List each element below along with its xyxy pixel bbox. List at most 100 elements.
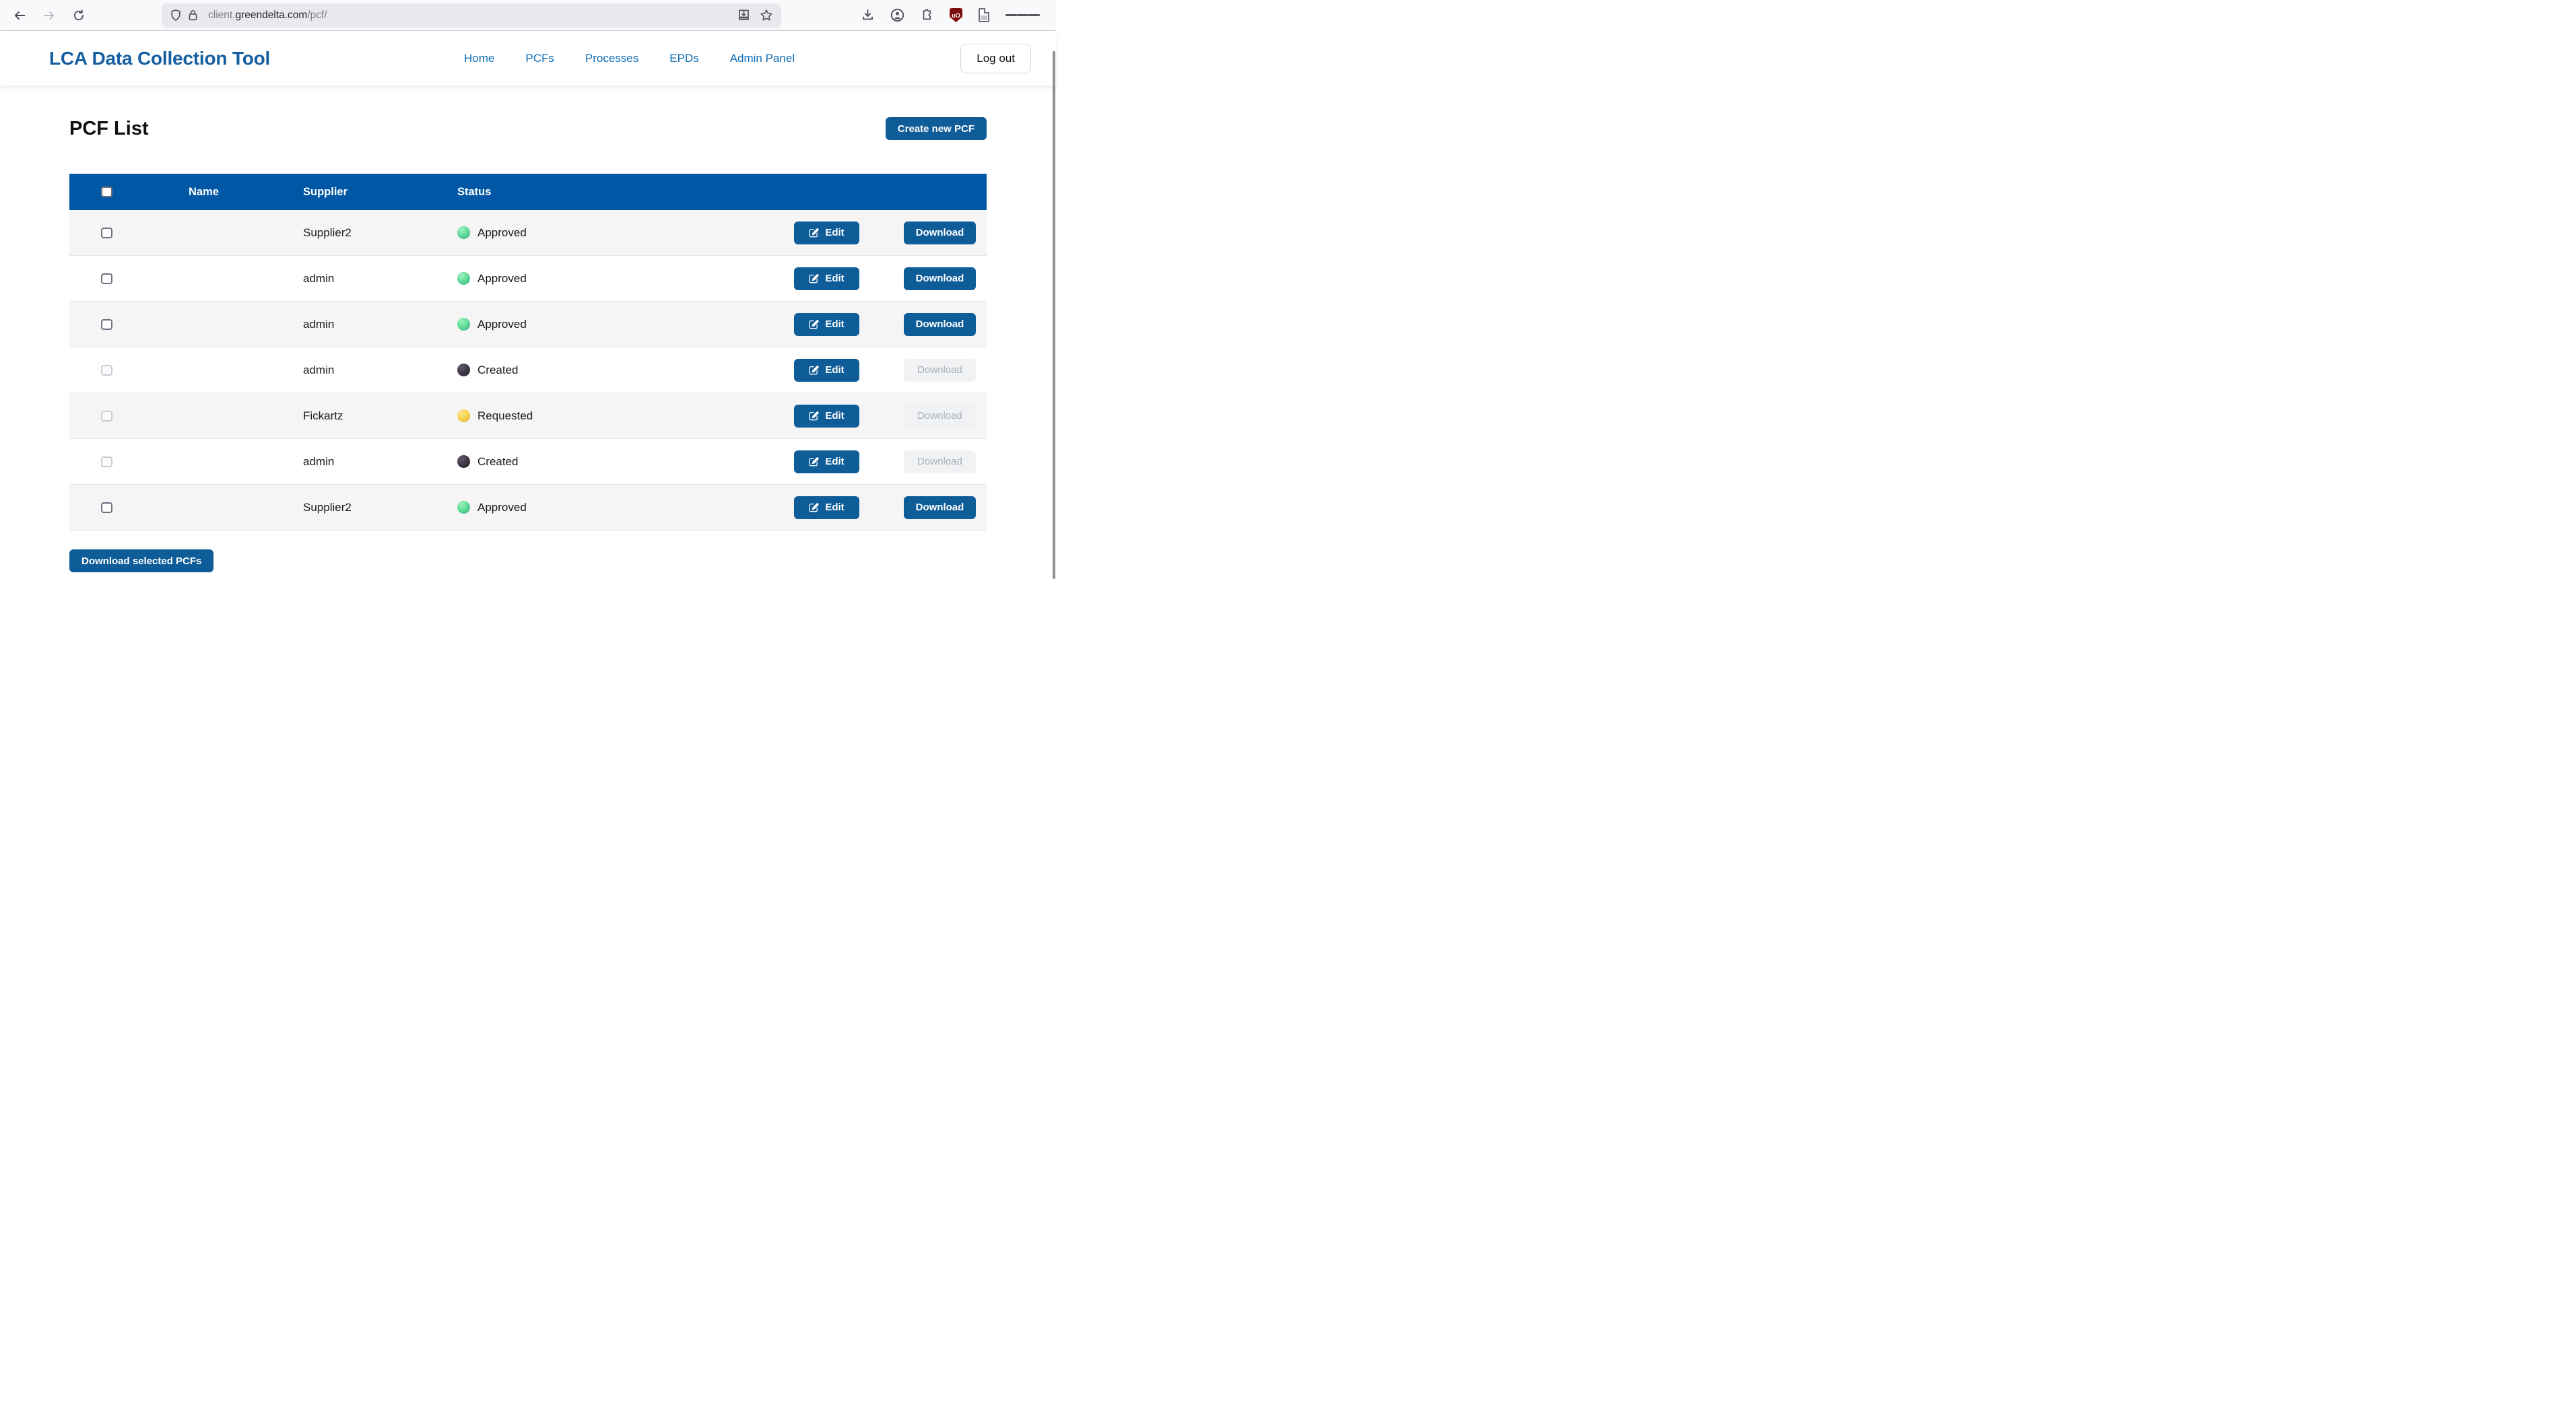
status-label: Requested — [477, 409, 533, 423]
edit-button[interactable]: Edit — [794, 313, 859, 336]
lock-icon[interactable] — [188, 9, 198, 22]
supplier-cell: Supplier2 — [303, 226, 457, 240]
table-row: Fickartz Requested Edit Download — [69, 393, 987, 439]
downloads-button[interactable] — [861, 9, 874, 22]
download-selected-pcfs-button[interactable]: Download selected PCFs — [69, 549, 213, 572]
row-checkbox[interactable] — [101, 365, 112, 376]
status-label: Created — [477, 455, 518, 469]
edit-button[interactable]: Edit — [794, 222, 859, 244]
status-cell: Approved — [457, 318, 727, 331]
table-row: Supplier2 Approved Edit Download — [69, 485, 987, 531]
pencil-edit-icon — [809, 228, 819, 238]
status-cell: Approved — [457, 501, 727, 514]
nav-admin-panel[interactable]: Admin Panel — [730, 52, 795, 65]
row-checkbox[interactable] — [101, 411, 112, 421]
pencil-edit-icon — [809, 502, 819, 512]
reload-icon — [73, 9, 85, 22]
edit-button[interactable]: Edit — [794, 450, 859, 473]
column-header-name: Name — [189, 186, 303, 199]
pencil-edit-icon — [809, 365, 819, 375]
status-label: Approved — [477, 318, 527, 331]
nav-epds[interactable]: EPDs — [669, 52, 698, 65]
row-checkbox[interactable] — [101, 502, 112, 513]
tracking-shield-icon[interactable] — [170, 9, 182, 22]
status-cell: Approved — [457, 226, 727, 240]
url-text: client.greendelta.com/pcf/ — [208, 9, 327, 22]
create-new-pcf-button[interactable]: Create new PCF — [886, 117, 987, 140]
app-header: LCA Data Collection Tool Home PCFs Proce… — [0, 31, 1056, 86]
account-button[interactable] — [890, 8, 904, 22]
page-scrollbar[interactable] — [1053, 51, 1055, 579]
url-path: /pcf/ — [307, 9, 327, 21]
edit-button[interactable]: Edit — [794, 405, 859, 428]
downloads-icon — [861, 9, 874, 22]
download-button-disabled: Download — [904, 405, 976, 428]
select-all-checkbox[interactable] — [101, 187, 112, 197]
download-button[interactable]: Download — [904, 313, 976, 336]
url-subdomain: client. — [208, 9, 236, 21]
status-cell: Requested — [457, 409, 727, 423]
ublock-shield-icon: uO — [950, 8, 962, 22]
status-cell: Created — [457, 455, 727, 469]
supplier-cell: admin — [303, 272, 457, 285]
pencil-edit-icon — [809, 273, 819, 283]
status-dot — [457, 501, 470, 514]
app-logo[interactable]: LCA Data Collection Tool — [49, 48, 270, 69]
menu-button[interactable] — [1005, 12, 1040, 18]
pencil-edit-icon — [809, 319, 819, 329]
table-header-row: Name Supplier Status — [69, 174, 987, 210]
back-button[interactable] — [8, 4, 31, 27]
row-checkbox[interactable] — [101, 319, 112, 330]
nav-home[interactable]: Home — [464, 52, 494, 65]
status-label: Approved — [477, 272, 527, 285]
status-dot — [457, 364, 470, 376]
supplier-cell: Supplier2 — [303, 501, 457, 514]
pencil-edit-icon — [809, 411, 819, 421]
forward-button[interactable] — [38, 4, 61, 27]
download-button[interactable]: Download — [904, 496, 976, 519]
row-checkbox[interactable] — [101, 456, 112, 467]
edit-button[interactable]: Edit — [794, 496, 859, 519]
save-page-icon[interactable] — [737, 9, 750, 22]
extensions-button[interactable] — [921, 9, 933, 22]
forward-icon — [43, 9, 55, 22]
back-icon — [13, 9, 26, 22]
status-cell: Approved — [457, 272, 727, 285]
column-header-supplier: Supplier — [303, 186, 457, 199]
url-bar[interactable]: client.greendelta.com/pcf/ — [162, 3, 781, 28]
table-row: admin Approved Edit Download — [69, 256, 987, 302]
row-checkbox[interactable] — [101, 273, 112, 284]
edit-button[interactable]: Edit — [794, 359, 859, 382]
reader-sidebar-button[interactable] — [979, 8, 989, 22]
download-button[interactable]: Download — [904, 267, 976, 290]
supplier-cell: admin — [303, 364, 457, 377]
ublock-button[interactable]: uO — [950, 8, 962, 22]
supplier-cell: Fickartz — [303, 409, 457, 423]
status-dot — [457, 318, 470, 331]
browser-toolbar: client.greendelta.com/pcf/ uO — [0, 0, 1056, 31]
nav-processes[interactable]: Processes — [585, 52, 638, 65]
table-row: Supplier2 Approved Edit Download — [69, 210, 987, 256]
page-title: PCF List — [69, 118, 149, 140]
extensions-puzzle-icon — [921, 9, 933, 22]
edit-button[interactable]: Edit — [794, 267, 859, 290]
status-label: Created — [477, 364, 518, 377]
download-button-disabled: Download — [904, 359, 976, 382]
download-button[interactable]: Download — [904, 222, 976, 244]
column-header-status: Status — [457, 186, 727, 199]
logout-button[interactable]: Log out — [960, 44, 1031, 73]
status-dot — [457, 409, 470, 422]
download-button-disabled: Download — [904, 450, 976, 473]
hamburger-icon — [1005, 14, 1017, 15]
nav-pcfs[interactable]: PCFs — [525, 52, 554, 65]
bookmark-star-icon[interactable] — [760, 9, 773, 22]
pencil-edit-icon — [809, 456, 819, 467]
status-label: Approved — [477, 226, 527, 240]
reload-button[interactable] — [67, 4, 90, 27]
url-host: greendelta.com — [236, 9, 308, 21]
status-label: Approved — [477, 501, 527, 514]
row-checkbox[interactable] — [101, 228, 112, 238]
main-content: PCF List Create new PCF Name Supplier St… — [0, 113, 1056, 572]
pcf-table: Name Supplier Status Supplier2 Approved … — [69, 174, 987, 531]
status-dot — [457, 272, 470, 285]
